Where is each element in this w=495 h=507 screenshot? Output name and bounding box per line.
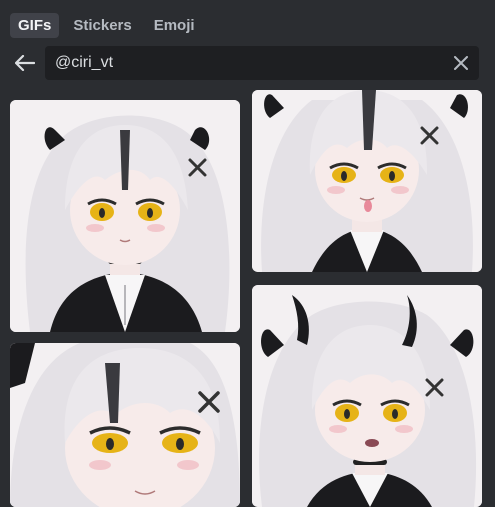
close-icon — [454, 56, 468, 70]
tab-stickers[interactable]: Stickers — [65, 13, 139, 38]
clear-search-button[interactable] — [451, 53, 471, 73]
gif-result-3[interactable] — [10, 343, 240, 507]
arrow-left-icon — [15, 55, 35, 71]
vtuber-image — [252, 285, 482, 507]
gif-result-2[interactable] — [252, 90, 482, 272]
back-button[interactable] — [12, 50, 38, 76]
search-field — [45, 46, 479, 80]
gif-result-4[interactable] — [252, 285, 482, 507]
vtuber-image — [10, 100, 240, 332]
vtuber-image — [252, 90, 482, 272]
tab-gifs[interactable]: GIFs — [10, 12, 60, 38]
tab-emoji[interactable]: Emoji — [146, 13, 203, 38]
gif-results-grid — [0, 90, 495, 507]
search-input[interactable] — [55, 46, 435, 80]
vtuber-image — [10, 343, 240, 507]
gif-result-1[interactable] — [10, 100, 240, 332]
gif-picker-panel: GIFs Stickers Emoji — [0, 0, 495, 507]
picker-tabs: GIFs Stickers Emoji — [10, 12, 203, 38]
